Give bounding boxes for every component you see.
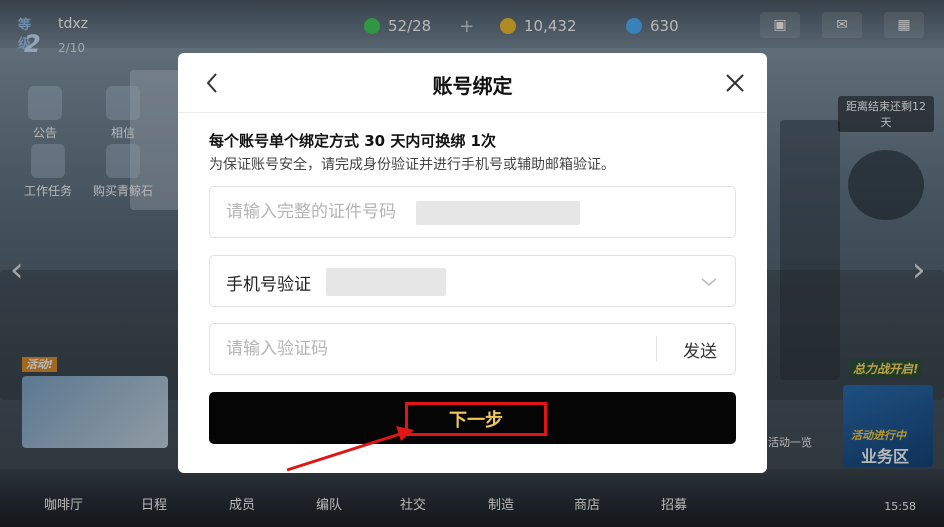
notice-title: 每个账号单个绑定方式 30 天内可换绑 1次	[209, 132, 496, 150]
chevron-down-icon	[701, 278, 717, 287]
dialog-title: 账号绑定	[432, 74, 513, 98]
close-button[interactable]	[721, 69, 749, 97]
send-code-button[interactable]: 发送	[683, 337, 717, 362]
verification-code-field[interactable]: 发送	[209, 323, 736, 375]
close-icon	[726, 74, 744, 92]
account-binding-dialog: 账号绑定 每个账号单个绑定方式 30 天内可换绑 1次 为保证账号安全，请完成身…	[178, 53, 767, 473]
notice-subtitle: 为保证账号安全，请完成身份验证并进行手机号或辅助邮箱验证。	[209, 157, 615, 173]
redacted-phone	[326, 268, 446, 296]
next-step-button[interactable]: 下一步	[209, 392, 736, 444]
next-step-label: 下一步	[405, 402, 547, 436]
redacted-area	[416, 201, 580, 225]
id-number-field[interactable]	[209, 186, 736, 238]
divider	[656, 336, 657, 362]
verify-method-value: 手机号验证	[226, 275, 311, 295]
dialog-header: 账号绑定	[178, 53, 767, 113]
verify-method-select[interactable]: 手机号验证	[209, 255, 736, 307]
verification-code-input[interactable]	[226, 324, 626, 374]
